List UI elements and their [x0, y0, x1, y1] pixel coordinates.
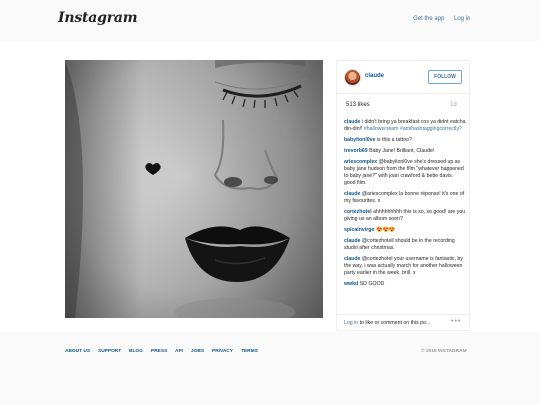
comment-item: claude @ariescomplex la bonne réponse! i… — [344, 191, 466, 205]
comment-item: cortezhotel ahhhhhhhhh this is so, so go… — [344, 209, 466, 223]
post-photo-image — [65, 60, 323, 318]
post-header: claude FOLLOW — [337, 61, 469, 94]
instagram-logo[interactable]: Instagram — [58, 10, 138, 26]
footer-link-privacy[interactable]: PRIVACY — [212, 349, 233, 354]
post-timestamp[interactable]: 1d — [450, 102, 457, 108]
comment-username[interactable]: claude — [344, 256, 360, 262]
log-in-link[interactable]: Log in — [454, 16, 470, 22]
comment-username[interactable]: claude — [344, 191, 360, 197]
get-app-link[interactable]: Get the app — [413, 16, 444, 22]
comment-username[interactable]: claude — [344, 119, 360, 125]
post-details-panel: claude FOLLOW 513 likes 1d claude i didn… — [336, 60, 470, 331]
comment-item: claude @cortezhotell should be in the re… — [344, 238, 466, 252]
footer-link-support[interactable]: SUPPORT — [98, 349, 121, 354]
comment-text: @ariescomplex la bonne réponse! it's one… — [344, 191, 465, 204]
comment-text: SO GOOD — [359, 281, 385, 287]
top-bar: Instagram Get the app Log in — [0, 0, 540, 42]
footer-link-jobs[interactable]: JOBS — [191, 349, 204, 354]
comment-text: is this a tattoo? — [376, 137, 412, 143]
footer-link-blog[interactable]: BLOG — [129, 349, 143, 354]
comment-username[interactable]: trevorb69 — [344, 148, 368, 154]
comment-item: babylionl0ve is this a tattoo? — [344, 137, 466, 144]
comment-item: trevorb69 Baby Jane! Brilliant, Claude! — [344, 148, 466, 155]
comment-text: @cortezhotel your username is fantastic,… — [344, 256, 463, 276]
footer-link-api[interactable]: API — [175, 349, 183, 354]
comment-hashtags[interactable]: #hallowscream #amihashtaggingcorrectly? — [364, 126, 462, 132]
comment-item: claude i didn't bring ya breakfast cos y… — [344, 119, 466, 133]
login-to-like-link[interactable]: Log in — [344, 320, 358, 326]
login-prompt-text: to like or comment on this po... — [358, 320, 431, 326]
comment-username[interactable]: cortezhotel — [344, 209, 372, 215]
login-prompt: Log in to like or comment on this po... — [344, 320, 430, 326]
post-photo[interactable] — [65, 60, 323, 318]
avatar[interactable] — [344, 69, 361, 86]
footer-link-terms[interactable]: TERMS — [241, 349, 258, 354]
comment-username[interactable]: babylionl0ve — [344, 137, 375, 143]
footer-link-about[interactable]: ABOUT US — [65, 349, 90, 354]
comment-username[interactable]: claude — [344, 238, 360, 244]
comment-item: ariescomplex @babylionl0ve she's dressed… — [344, 159, 466, 187]
comments-list: claude i didn't bring ya breakfast cos y… — [344, 119, 466, 292]
comment-username[interactable]: wwkd — [344, 281, 358, 287]
post-username[interactable]: claude — [365, 73, 384, 79]
post-footer: Log in to like or comment on this po... … — [337, 314, 469, 331]
footer-link-press[interactable]: PRESS — [151, 349, 167, 354]
follow-button[interactable]: FOLLOW — [428, 70, 462, 84]
comment-username[interactable]: ariescomplex — [344, 159, 377, 165]
comment-text: @cortezhotell should be in the recording… — [344, 238, 455, 251]
comment-text: Baby Jane! Brilliant, Claude! — [369, 148, 435, 154]
copyright: © 2015 INSTAGRAM — [421, 349, 467, 354]
likes-count[interactable]: 513 likes — [346, 102, 370, 108]
comment-username[interactable]: spicainvirgo — [344, 227, 375, 233]
more-options-icon[interactable]: ••• — [451, 318, 461, 325]
comment-item: wwkd SO GOOD — [344, 281, 466, 288]
comment-item: spicainvirgo 😍😍😍 — [344, 227, 466, 234]
comment-text: 😍😍😍 — [376, 227, 396, 233]
comment-item: claude @cortezhotel your username is fan… — [344, 256, 466, 277]
